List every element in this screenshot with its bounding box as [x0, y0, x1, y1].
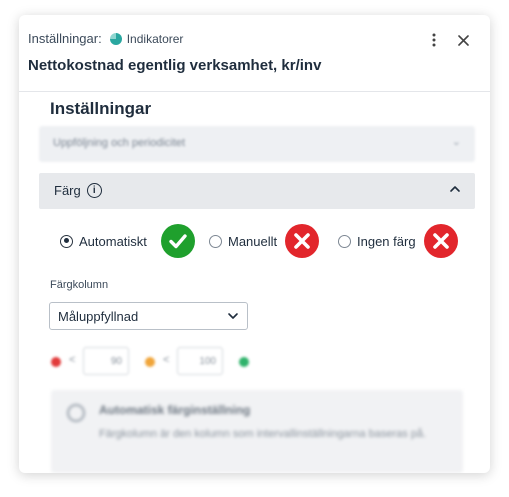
less-than-symbol: <: [163, 354, 170, 366]
radio-automatic-label: Automatiskt: [79, 233, 147, 249]
breadcrumb-label: Inställningar:: [28, 31, 102, 46]
less-than-symbol: <: [69, 354, 76, 366]
more-options-button[interactable]: [425, 31, 443, 49]
radio-option-no-color[interactable]: Ingen färg: [338, 223, 458, 259]
green-dot-icon: [239, 357, 249, 367]
chevron-down-icon: [228, 313, 238, 319]
accordion-color[interactable]: Färg i: [39, 173, 475, 209]
accordion-followup-label: Uppföljning och periodicitet: [53, 137, 186, 149]
accordion-followup[interactable]: Uppföljning och periodicitet ⌄: [39, 126, 475, 162]
panel-header: Inställningar: Indikatorer Nettokostnad …: [19, 15, 490, 92]
panel-content: Inställningar Uppföljning och periodicit…: [19, 92, 490, 473]
info-box-heading: Automatisk färginställning: [99, 403, 251, 417]
page-title: Nettokostnad egentlig verksamhet, kr/inv: [28, 57, 322, 74]
cross-badge-icon: [423, 224, 458, 258]
indicator-tag-label: Indikatorer: [126, 31, 184, 46]
color-column-label: Färgkolumn: [50, 279, 109, 291]
close-icon: [457, 34, 469, 46]
radio-no-color[interactable]: [338, 234, 351, 248]
threshold-row: < 90 < 100: [49, 347, 259, 377]
radio-automatic[interactable]: [60, 234, 73, 248]
pie-chart-icon: [109, 32, 122, 45]
threshold-input-2[interactable]: 100: [177, 347, 223, 375]
breadcrumb: Inställningar: Indikatorer: [28, 31, 183, 46]
color-column-value: Måluppfyllnad: [58, 309, 139, 324]
radio-no-color-label: Ingen färg: [357, 233, 416, 249]
orange-dot-icon: [145, 357, 155, 367]
chevron-down-icon: ⌄: [451, 136, 461, 148]
red-dot-icon: [51, 357, 61, 367]
info-circle-icon: [67, 404, 85, 422]
indicator-tag[interactable]: Indikatorer: [109, 31, 184, 46]
cross-badge-icon: [285, 224, 320, 258]
radio-option-automatic[interactable]: Automatiskt: [60, 223, 195, 259]
info-icon[interactable]: i: [86, 183, 102, 198]
section-title: Inställningar: [50, 99, 152, 118]
radio-manual[interactable]: [209, 234, 222, 248]
info-box-text: Färgkolumn är den kolumn som intervallin…: [99, 428, 427, 440]
radio-manual-label: Manuellt: [228, 233, 278, 249]
more-vertical-icon: [432, 33, 436, 47]
check-badge-icon: [160, 224, 195, 258]
close-button[interactable]: [454, 31, 472, 49]
threshold-input-1[interactable]: 90: [83, 347, 129, 375]
radio-option-manual[interactable]: Manuellt: [209, 223, 320, 259]
info-box: Automatisk färginställning Färgkolumn är…: [51, 390, 463, 473]
color-column-select[interactable]: Måluppfyllnad: [49, 302, 248, 330]
chevron-up-icon[interactable]: [447, 181, 463, 197]
settings-panel: Inställningar: Indikatorer Nettokostnad …: [19, 15, 490, 473]
accordion-color-label: Färg: [54, 183, 81, 198]
